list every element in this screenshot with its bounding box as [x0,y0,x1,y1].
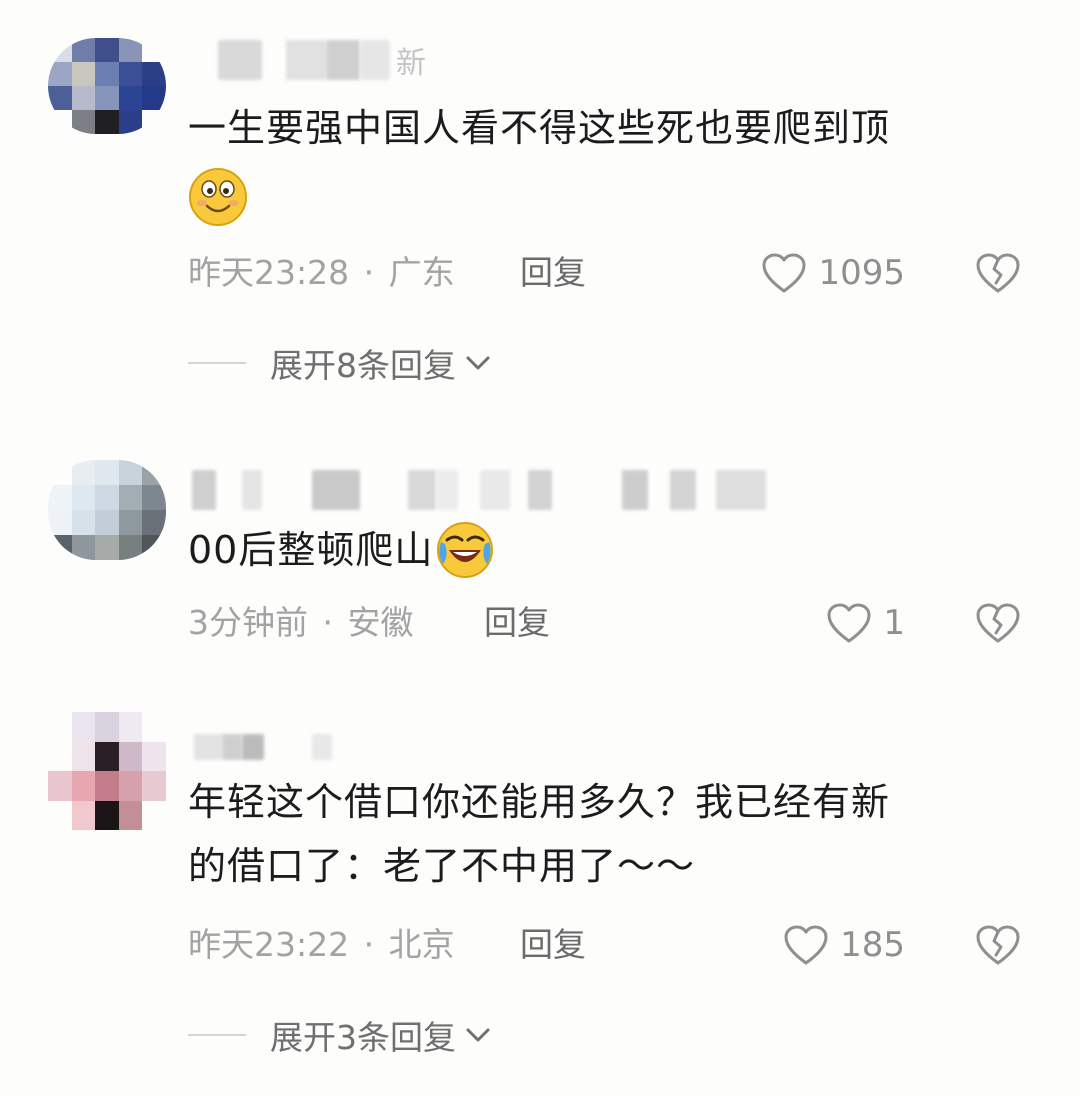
dislike-button[interactable] [974,248,1022,298]
comment-meta: 昨天23:22 · 北京 [188,925,455,964]
like-count: 1095 [818,253,905,293]
expand-replies-button[interactable]: 展开3条回复 [188,1010,492,1060]
dislike-button[interactable] [974,598,1022,648]
heart-outline-icon [827,603,871,643]
broken-heart-icon [976,603,1020,643]
username-suffix: 新 [396,46,426,81]
comment-text: 年轻这个借口你还能用多久？我已经有新 的借口了：老了不中用了～～ [188,780,891,888]
expand-replies-button[interactable]: 展开8条回复 [188,338,492,388]
comment-time: 昨天23:28 [188,253,350,292]
avatar[interactable] [48,38,166,134]
username[interactable]: 新 [190,40,450,81]
avatar[interactable] [48,460,166,560]
laughing-crying-emoji [437,521,494,578]
chevron-down-icon [466,356,490,370]
comment-meta: 昨天23:28 · 广东 [188,253,455,292]
heart-outline-icon [784,925,828,965]
username[interactable] [190,470,790,510]
divider [188,362,246,364]
like-button[interactable]: 1095 [760,248,905,298]
chevron-down-icon [466,1028,490,1042]
comment-location: 广东 [388,253,455,292]
username[interactable] [190,734,390,760]
comment-text: 一生要强中国人看不得这些死也要爬到顶 [188,96,1028,227]
avatar[interactable] [48,712,166,830]
comment-meta: 3分钟前 · 安徽 [188,603,414,642]
broken-heart-icon [976,253,1020,293]
comment-time: 3分钟前 [188,603,308,642]
divider [188,1034,246,1036]
like-count: 185 [840,925,905,965]
like-count: 1 [883,603,905,643]
comment-location: 北京 [388,925,455,964]
comment-location: 安徽 [347,603,414,642]
reply-button[interactable]: 回复 [520,248,586,298]
like-button[interactable]: 1 [825,598,905,648]
like-button[interactable]: 185 [782,920,905,970]
smile-emoji [189,167,247,226]
reply-button[interactable]: 回复 [484,598,550,648]
comment-text: 00后整顿爬山 [188,518,1028,582]
broken-heart-icon [976,925,1020,965]
comment-time: 昨天23:22 [188,925,350,964]
dislike-button[interactable] [974,920,1022,970]
reply-button[interactable]: 回复 [520,920,586,970]
heart-outline-icon [762,253,806,293]
